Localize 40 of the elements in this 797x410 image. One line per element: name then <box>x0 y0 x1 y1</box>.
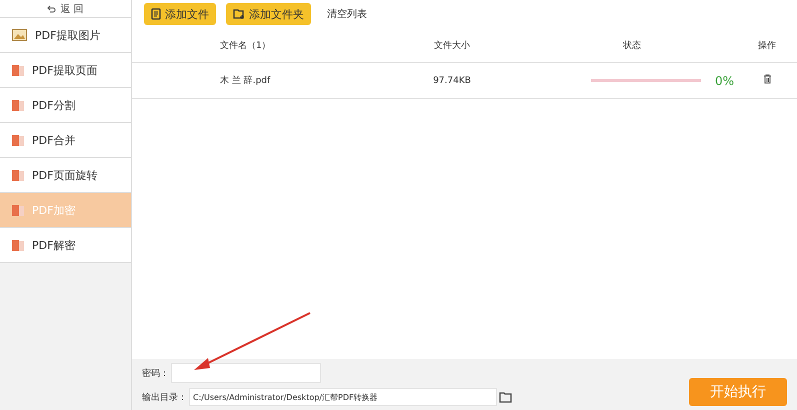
pdf-file-icon <box>12 204 24 216</box>
undo-icon <box>47 4 56 12</box>
clear-list-button[interactable]: 清空列表 <box>321 6 373 22</box>
folder-plus-icon <box>233 8 245 20</box>
column-header: 状态 <box>622 40 642 52</box>
pdf-file-icon <box>12 134 24 146</box>
column-header: 文件大小 <box>433 40 471 52</box>
sidebar-item-label: PDF提取页面 <box>32 62 98 78</box>
sidebar-item[interactable]: PDF页面旋转 <box>0 158 131 193</box>
sidebar-item-label: PDF解密 <box>32 238 76 252</box>
file-name-cell-text: 木 兰 辞.pdf <box>219 74 272 87</box>
sidebar-item[interactable]: PDF解密 <box>0 228 131 263</box>
add-folder-button[interactable]: 添加文件夹 <box>226 3 311 25</box>
sidebar-item-label: PDF加密 <box>32 202 76 218</box>
password-label: 密码： <box>142 368 169 380</box>
back-button[interactable]: 返 回 <box>0 0 131 18</box>
output-folder-label: 输出目录： <box>142 392 187 404</box>
sidebar-item[interactable]: PDF合并 <box>0 123 131 158</box>
folder-icon[interactable] <box>499 392 512 402</box>
sidebar-item-label: PDF合并 <box>32 132 76 148</box>
sidebar-item[interactable]: PDF提取页面 <box>0 53 131 88</box>
column-header: 操作 <box>757 40 777 52</box>
trash-icon[interactable] <box>762 74 772 84</box>
sidebar-item[interactable]: PDF分割 <box>0 88 131 123</box>
image-icon <box>12 29 27 41</box>
sidebar-item-label: PDF分割 <box>32 98 76 112</box>
sidebar-item-label: PDF提取图片 <box>35 28 100 42</box>
password-field[interactable] <box>171 363 321 383</box>
output-path-field[interactable]: C:/Users/Administrator/Desktop/汇帮PDF转换器 <box>189 388 497 406</box>
pdf-file-icon <box>12 64 24 76</box>
file-size-cell-text: 97.74KB <box>432 76 472 86</box>
pdf-file-icon <box>12 238 24 252</box>
progress-percent: 0% <box>715 74 736 88</box>
pdf-file-icon <box>12 168 24 182</box>
pdf-file-icon <box>12 98 24 112</box>
column-header: 文件名（1） <box>219 40 272 52</box>
add-file-button[interactable]: 添加文件 <box>144 3 216 25</box>
document-icon <box>151 8 161 20</box>
sidebar-item[interactable]: PDF提取图片 <box>0 18 131 53</box>
sidebar-item-label: PDF页面旋转 <box>32 168 98 182</box>
